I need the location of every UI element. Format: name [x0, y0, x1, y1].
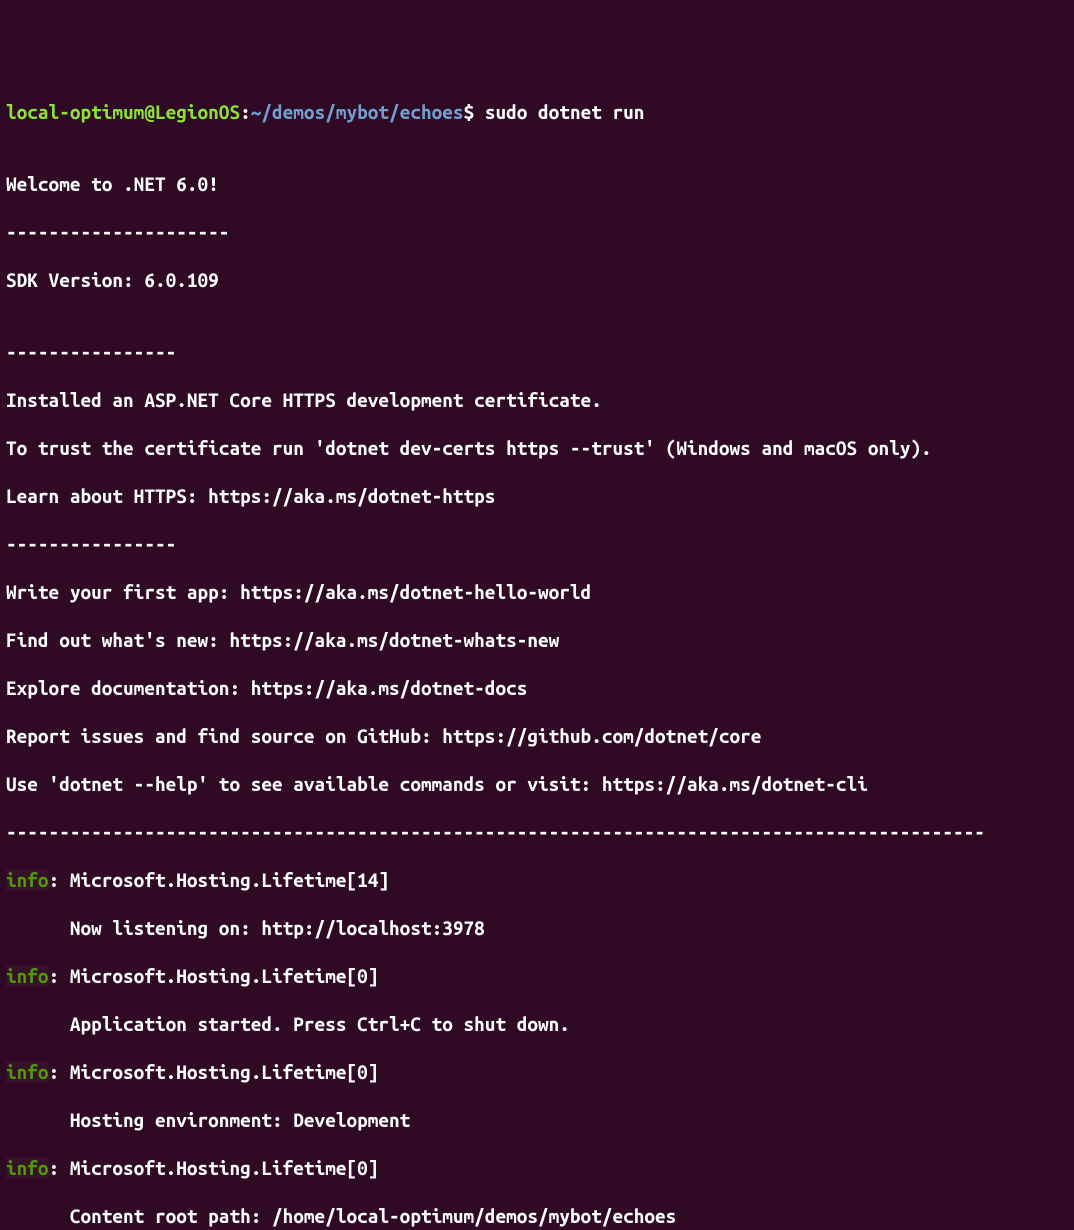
log-line: info: Microsoft.Hosting.Lifetime[0] [6, 1060, 1068, 1084]
log-src: : Microsoft.Hosting.Lifetime[14] [49, 869, 389, 891]
log-msg: Content root path: /home/local-optimum/d… [6, 1204, 1068, 1228]
log-tag: info [6, 1061, 49, 1083]
log-line: info: Microsoft.Hosting.Lifetime[0] [6, 964, 1068, 988]
cert-line: To trust the certificate run 'dotnet dev… [6, 436, 1068, 460]
sdk-version: SDK Version: 6.0.109 [6, 268, 1068, 292]
log-src: : Microsoft.Hosting.Lifetime[0] [49, 1157, 379, 1179]
dash: ---------------- [6, 340, 1068, 364]
log-tag: info [6, 1157, 49, 1179]
link-line: Find out what's new: https://aka.ms/dotn… [6, 628, 1068, 652]
log-tag: info [6, 965, 49, 987]
prompt-dollar: $ [464, 101, 485, 123]
link-line: Write your first app: https://aka.ms/dot… [6, 580, 1068, 604]
cert-line: Learn about HTTPS: https://aka.ms/dotnet… [6, 484, 1068, 508]
log-tag: info [6, 869, 49, 891]
cwd: ~/demos/mybot/echoes [251, 101, 464, 123]
dash: --------------------- [6, 220, 1068, 244]
user-host: local-optimum@LegionOS [6, 101, 240, 123]
log-src: : Microsoft.Hosting.Lifetime[0] [49, 965, 379, 987]
link-line: Report issues and find source on GitHub:… [6, 724, 1068, 748]
cert-line: Installed an ASP.NET Core HTTPS developm… [6, 388, 1068, 412]
log-msg: Application started. Press Ctrl+C to shu… [6, 1012, 1068, 1036]
link-line: Explore documentation: https://aka.ms/do… [6, 676, 1068, 700]
log-line: info: Microsoft.Hosting.Lifetime[14] [6, 868, 1068, 892]
colon: : [240, 101, 251, 123]
link-line: Use 'dotnet --help' to see available com… [6, 772, 1068, 796]
welcome: Welcome to .NET 6.0! [6, 172, 1068, 196]
log-msg: Now listening on: http://localhost:3978 [6, 916, 1068, 940]
log-msg: Hosting environment: Development [6, 1108, 1068, 1132]
log-line: info: Microsoft.Hosting.Lifetime[0] [6, 1156, 1068, 1180]
log-src: : Microsoft.Hosting.Lifetime[0] [49, 1061, 379, 1083]
command: sudo dotnet run [485, 101, 645, 123]
dash: ---------------- [6, 532, 1068, 556]
dash-long: ----------------------------------------… [6, 820, 1068, 844]
prompt-line[interactable]: local-optimum@LegionOS:~/demos/mybot/ech… [6, 100, 1068, 124]
